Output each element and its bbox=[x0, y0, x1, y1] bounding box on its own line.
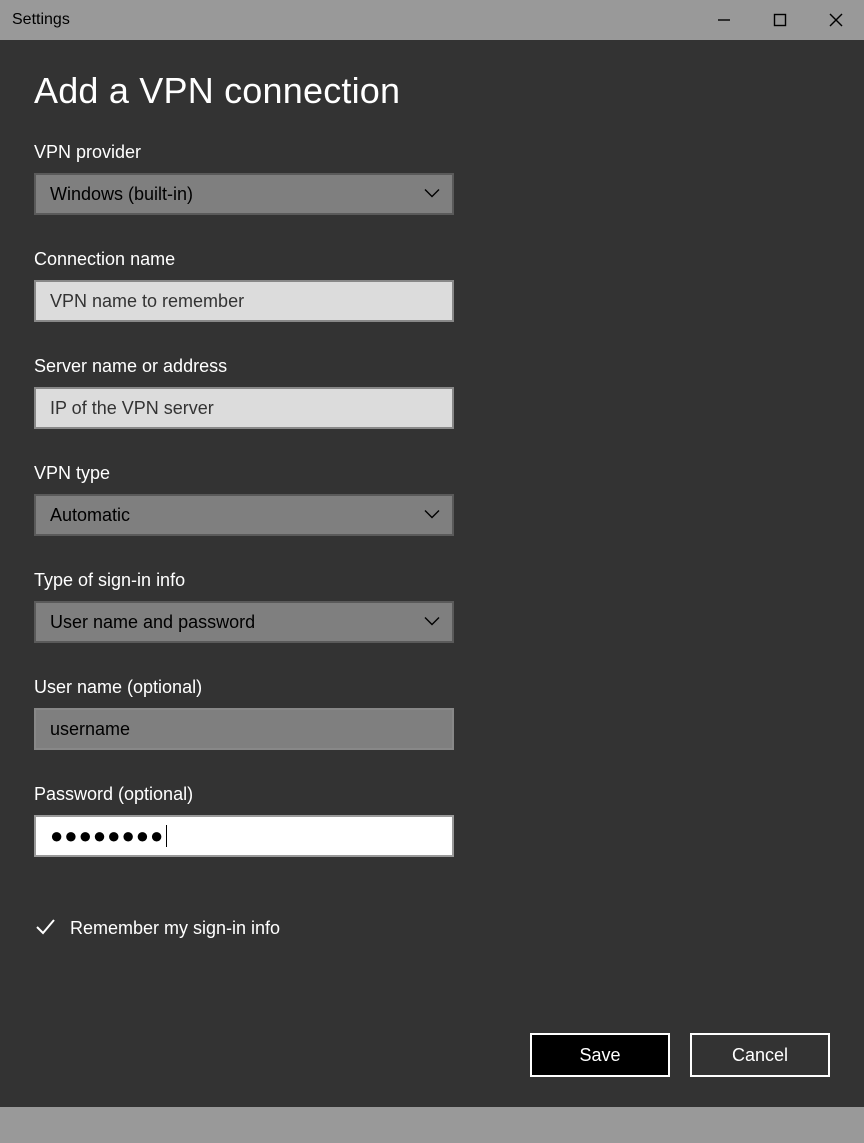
title-bar: Settings bbox=[0, 0, 864, 40]
page-title: Add a VPN connection bbox=[34, 70, 830, 112]
select-signin-type-value: User name and password bbox=[50, 612, 255, 633]
save-button[interactable]: Save bbox=[530, 1033, 670, 1077]
field-vpn-type: VPN type Automatic bbox=[34, 463, 454, 536]
checkbox-remember[interactable]: Remember my sign-in info bbox=[34, 915, 830, 942]
input-password-value: ●●●●●●●● bbox=[50, 825, 164, 847]
button-row: Save Cancel bbox=[34, 1033, 830, 1107]
input-password[interactable]: ●●●●●●●● bbox=[34, 815, 454, 857]
select-vpn-type[interactable]: Automatic bbox=[34, 494, 454, 536]
label-password: Password (optional) bbox=[34, 784, 454, 805]
field-server: Server name or address IP of the VPN ser… bbox=[34, 356, 454, 429]
maximize-icon bbox=[773, 13, 787, 27]
field-password: Password (optional) ●●●●●●●● bbox=[34, 784, 454, 857]
minimize-icon bbox=[717, 13, 731, 27]
label-connection-name: Connection name bbox=[34, 249, 454, 270]
chevron-down-icon bbox=[424, 503, 440, 524]
label-vpn-provider: VPN provider bbox=[34, 142, 454, 163]
select-vpn-type-value: Automatic bbox=[50, 505, 130, 526]
cancel-button-label: Cancel bbox=[732, 1045, 788, 1066]
cancel-button[interactable]: Cancel bbox=[690, 1033, 830, 1077]
maximize-button[interactable] bbox=[752, 0, 808, 40]
window-title: Settings bbox=[12, 11, 70, 29]
close-icon bbox=[829, 13, 843, 27]
minimize-button[interactable] bbox=[696, 0, 752, 40]
select-signin-type[interactable]: User name and password bbox=[34, 601, 454, 643]
save-button-label: Save bbox=[579, 1045, 620, 1066]
select-vpn-provider-value: Windows (built-in) bbox=[50, 184, 193, 205]
content-area: Add a VPN connection VPN provider Window… bbox=[0, 40, 864, 1107]
field-username: User name (optional) username bbox=[34, 677, 454, 750]
label-username: User name (optional) bbox=[34, 677, 454, 698]
input-username[interactable]: username bbox=[34, 708, 454, 750]
field-signin-type: Type of sign-in info User name and passw… bbox=[34, 570, 454, 643]
bottom-bar bbox=[0, 1107, 864, 1143]
check-icon bbox=[34, 915, 56, 942]
input-server[interactable]: IP of the VPN server bbox=[34, 387, 454, 429]
input-connection-name-value: VPN name to remember bbox=[50, 291, 244, 312]
label-signin-type: Type of sign-in info bbox=[34, 570, 454, 591]
select-vpn-provider[interactable]: Windows (built-in) bbox=[34, 173, 454, 215]
text-caret bbox=[166, 825, 167, 847]
chevron-down-icon bbox=[424, 610, 440, 631]
input-username-value: username bbox=[50, 719, 130, 740]
close-button[interactable] bbox=[808, 0, 864, 40]
label-vpn-type: VPN type bbox=[34, 463, 454, 484]
input-server-value: IP of the VPN server bbox=[50, 398, 214, 419]
field-connection-name: Connection name VPN name to remember bbox=[34, 249, 454, 322]
input-connection-name[interactable]: VPN name to remember bbox=[34, 280, 454, 322]
checkbox-remember-label: Remember my sign-in info bbox=[70, 918, 280, 939]
chevron-down-icon bbox=[424, 182, 440, 203]
label-server: Server name or address bbox=[34, 356, 454, 377]
field-vpn-provider: VPN provider Windows (built-in) bbox=[34, 142, 454, 215]
